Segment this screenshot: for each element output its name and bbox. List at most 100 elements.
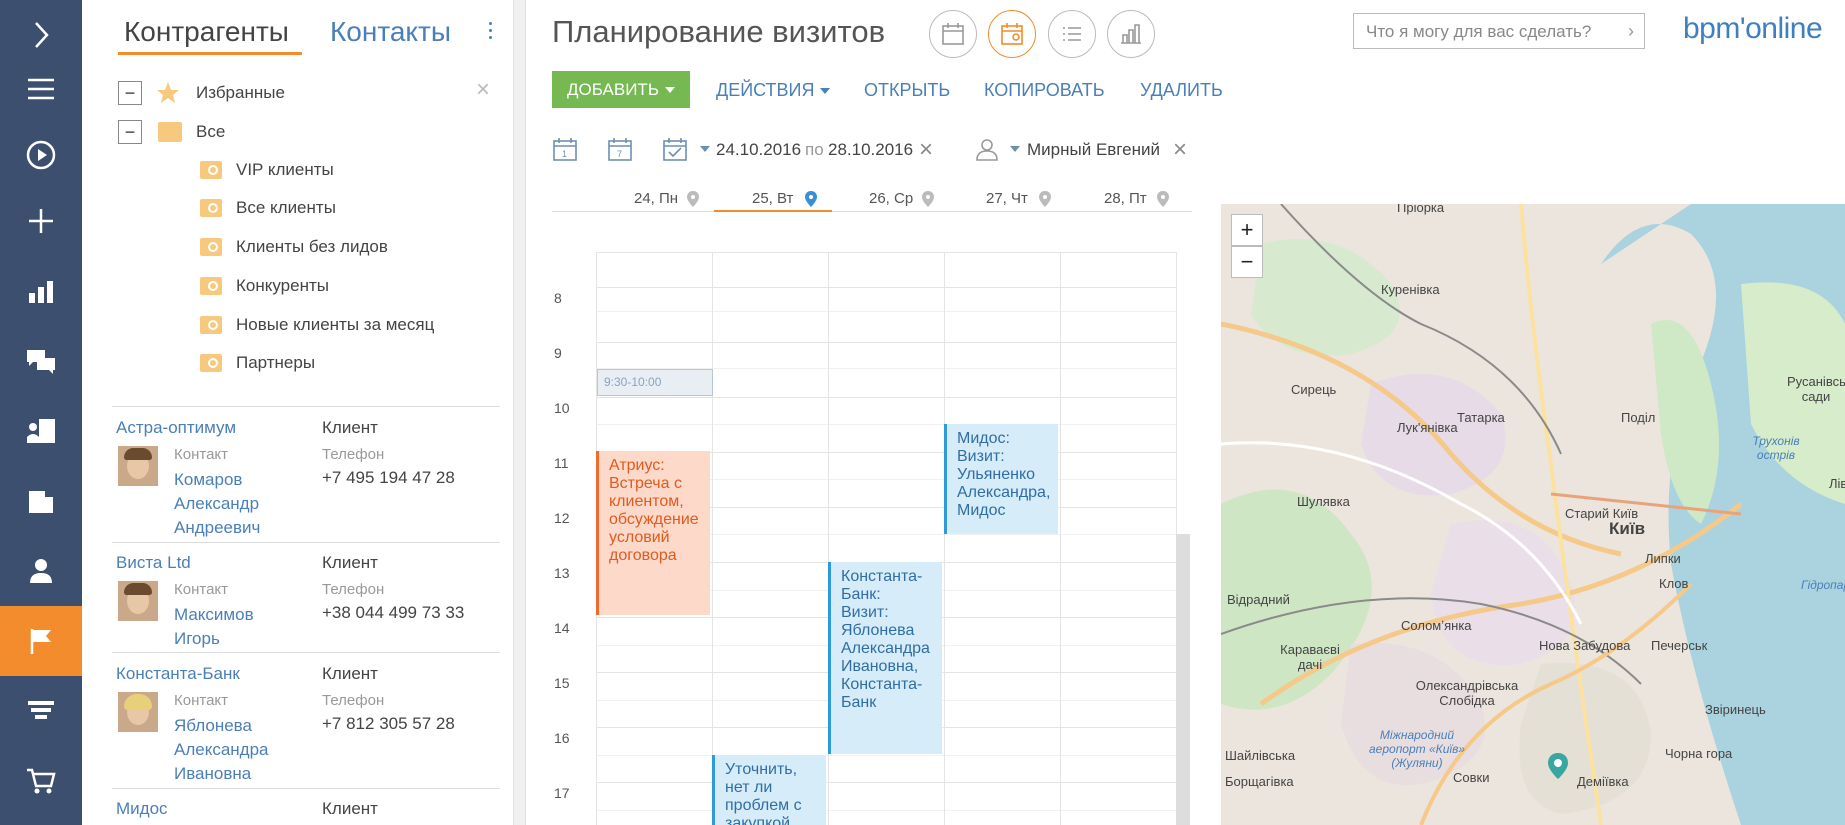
divider xyxy=(112,406,500,407)
analytics-view-button[interactable] xyxy=(1107,10,1155,58)
open-button[interactable]: ОТКРЫТЬ xyxy=(864,80,950,101)
map-pin-icon[interactable] xyxy=(686,190,700,208)
funnel-icon xyxy=(28,701,54,719)
tab-accounts[interactable]: Контрагенты xyxy=(124,16,289,48)
list-item[interactable]: Астра-оптимум Клиент Контакт Телефон Ком… xyxy=(116,418,506,550)
day-period-button[interactable]: 1 xyxy=(552,136,578,162)
map-label: Куренівка xyxy=(1381,282,1440,297)
map-canvas[interactable] xyxy=(1221,204,1845,825)
search-folder-icon xyxy=(200,161,222,179)
contacts-button[interactable] xyxy=(0,536,82,606)
command-search-input[interactable]: Что я могу для вас сделать? › xyxy=(1353,13,1645,49)
tab-contacts[interactable]: Контакты xyxy=(330,16,451,48)
add-button[interactable]: ДОБАВИТЬ xyxy=(552,71,690,108)
owner-select[interactable] xyxy=(974,136,1020,162)
process-button[interactable] xyxy=(0,120,82,190)
companies-button[interactable] xyxy=(0,466,82,536)
copy-button[interactable]: КОПИРОВАТЬ xyxy=(984,80,1105,101)
zoom-out-button[interactable]: − xyxy=(1231,246,1263,278)
folder-item[interactable]: VIP клиенты xyxy=(200,155,334,185)
delete-button[interactable]: УДАЛИТЬ xyxy=(1140,80,1223,101)
map-marker-icon[interactable] xyxy=(1547,752,1569,780)
actions-menu[interactable]: ДЕЙСТВИЯ xyxy=(716,80,831,101)
map-pin-icon[interactable] xyxy=(921,190,935,208)
account-name-link[interactable]: Виста Ltd xyxy=(116,553,191,573)
calendar-view-button[interactable] xyxy=(929,10,977,58)
calendar-day-icon: 1 xyxy=(553,138,577,161)
folder-item-label: Все клиенты xyxy=(236,198,336,217)
map-view[interactable]: + − Пріорка Куренівка Сирець Татарка Под… xyxy=(1221,204,1845,825)
collapse-toggle[interactable]: − xyxy=(118,81,142,105)
dashboards-button[interactable] xyxy=(0,256,82,326)
list-view-button[interactable] xyxy=(1048,10,1096,58)
folder-item[interactable]: Новые клиенты за месяц xyxy=(200,310,434,340)
search-folder-icon xyxy=(200,354,222,372)
day-header[interactable]: 28, Пт xyxy=(1060,188,1176,212)
date-to[interactable]: 28.10.2016 xyxy=(828,140,913,160)
calendar-week-icon-digit: 7 xyxy=(617,149,622,159)
map-pin-icon[interactable] xyxy=(804,190,818,208)
folder-item[interactable]: Все клиенты xyxy=(200,193,336,223)
building-icon xyxy=(29,491,53,513)
calendar-event[interactable]: Константа-Банк: Визит: Яблонева Александ… xyxy=(828,562,942,754)
map-pin-icon[interactable] xyxy=(1156,190,1170,208)
search-folder-icon xyxy=(200,277,222,295)
star-icon xyxy=(157,82,179,103)
day-header[interactable]: 25, Вт xyxy=(708,188,824,212)
zoom-in-button[interactable]: + xyxy=(1231,214,1263,246)
chevron-right-icon[interactable]: › xyxy=(1628,21,1634,42)
contact-person-link[interactable]: Яблонева Александра Ивановна xyxy=(174,714,294,786)
account-name-link[interactable]: Константа-Банк xyxy=(116,664,240,684)
scrollbar[interactable] xyxy=(1176,534,1190,825)
map-label: Трухонів острів xyxy=(1752,434,1800,462)
day-header[interactable]: 26, Ср xyxy=(825,188,941,212)
funnel-button[interactable] xyxy=(0,676,82,746)
add-button[interactable] xyxy=(0,186,82,256)
contact-person-link[interactable]: Максимов Игорь xyxy=(174,603,294,651)
contact-label: Контакт xyxy=(174,446,229,463)
day-header[interactable]: 27, Чт xyxy=(942,188,1058,212)
panel-splitter[interactable] xyxy=(514,0,526,825)
folder-all[interactable]: − Все xyxy=(82,117,482,147)
more-options-icon[interactable] xyxy=(488,22,494,44)
account-name-link[interactable]: Мидос xyxy=(116,799,168,819)
day-label: 26, Ср xyxy=(869,190,914,207)
phone-value: +7 495 194 47 28 xyxy=(322,468,455,487)
calendar-grid[interactable]: 8 9 10 11 12 13 14 15 16 17 9:30-10:00 А… xyxy=(552,252,1192,825)
caret-down-icon xyxy=(700,146,710,152)
feed-button[interactable] xyxy=(0,326,82,396)
collapse-toggle[interactable]: − xyxy=(118,120,142,144)
list-item[interactable]: Константа-Банк Клиент Контакт Телефон Яб… xyxy=(116,664,506,796)
clear-date-icon[interactable]: × xyxy=(919,136,933,164)
folder-item[interactable]: Клиенты без лидов xyxy=(200,232,388,262)
account-name-link[interactable]: Астра-оптимум xyxy=(116,418,236,438)
map-pin-icon[interactable] xyxy=(1038,190,1052,208)
calendar-event[interactable]: Атриус: Встреча с клиентом, обсуждение у… xyxy=(596,451,710,615)
folder-favorites[interactable]: − Избранные xyxy=(82,78,482,108)
map-label: Чорна гора xyxy=(1665,746,1733,761)
date-from[interactable]: 24.10.2016 xyxy=(716,140,801,160)
search-folder-icon xyxy=(200,238,222,256)
list-item[interactable]: Мидос Клиент xyxy=(116,799,506,825)
selected-time-slot[interactable]: 9:30-10:00 xyxy=(597,369,713,396)
contact-person-link[interactable]: Комаров Александр Андреевич xyxy=(174,468,294,540)
clear-owner-icon[interactable]: × xyxy=(1173,136,1187,164)
visits-button[interactable] xyxy=(0,606,82,676)
calendar-day-icon-digit: 1 xyxy=(562,149,567,159)
calendar-event[interactable]: Мидос: Визит: Ульяненко Александра, Мидо… xyxy=(944,424,1058,534)
grid-column-line xyxy=(1060,252,1061,825)
map-label: Липки xyxy=(1645,551,1681,566)
folder-item[interactable]: Конкуренты xyxy=(200,271,329,301)
folder-item[interactable]: Партнеры xyxy=(200,348,315,378)
week-period-button[interactable]: 7 xyxy=(607,136,633,162)
orders-button[interactable] xyxy=(0,746,82,816)
map-label: Олександрівська Слобідка xyxy=(1415,678,1519,708)
calendar-event[interactable]: Уточнить, нет ли проблем с закупкой xyxy=(712,755,826,825)
divider xyxy=(112,652,500,653)
menu-button[interactable] xyxy=(0,54,82,124)
accounts-button[interactable] xyxy=(0,396,82,466)
folder-item-label: Клиенты без лидов xyxy=(236,237,388,256)
period-select[interactable] xyxy=(662,136,710,162)
day-header[interactable]: 24, Пн xyxy=(590,188,706,212)
map-view-button[interactable] xyxy=(988,10,1036,58)
